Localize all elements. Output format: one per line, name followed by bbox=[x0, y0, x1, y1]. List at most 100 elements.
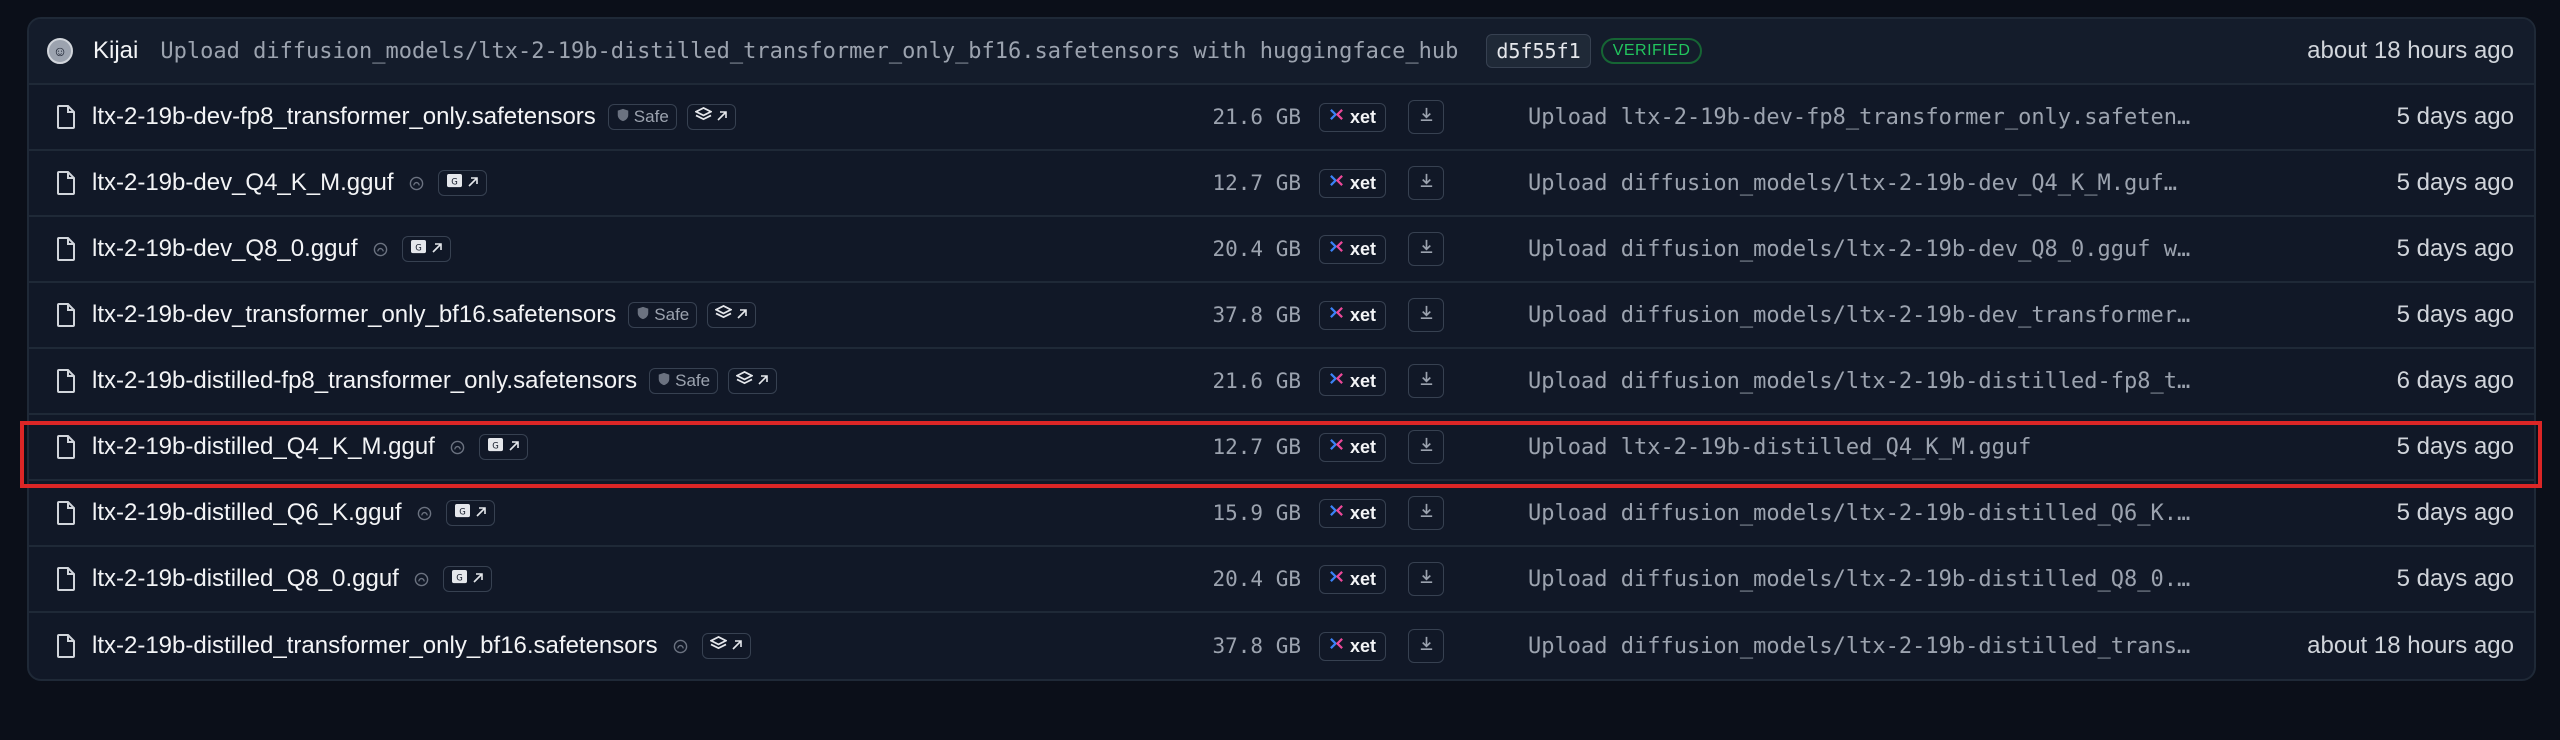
xet-icon bbox=[1329, 173, 1344, 193]
xet-label: xet bbox=[1350, 304, 1377, 325]
layers-icon bbox=[735, 370, 755, 391]
file-name-link[interactable]: ltx-2-19b-dev_Q8_0.gguf bbox=[92, 235, 358, 263]
file-viewer-button[interactable]: G bbox=[445, 500, 495, 526]
external-link-icon bbox=[472, 569, 484, 589]
xet-icon bbox=[1329, 305, 1344, 325]
commit-time: about 18 hours ago bbox=[2307, 37, 2514, 64]
xet-badge[interactable]: xet bbox=[1319, 631, 1387, 661]
download-button[interactable] bbox=[1408, 364, 1444, 398]
file-commit-message[interactable]: Upload diffusion_models/ltx-2-19b-dev_Q4… bbox=[1528, 171, 2228, 196]
file-row[interactable]: ltx-2-19b-dev-fp8_transformer_only.safet… bbox=[29, 85, 2534, 151]
file-icon bbox=[54, 633, 78, 659]
svg-text:G: G bbox=[415, 242, 422, 252]
file-name-link[interactable]: ltx-2-19b-dev_transformer_only_bf16.safe… bbox=[92, 301, 616, 329]
file-commit-message[interactable]: Upload ltx-2-19b-distilled_Q4_K_M.gguf bbox=[1528, 435, 2228, 460]
download-button[interactable] bbox=[1408, 430, 1444, 464]
file-commit-message[interactable]: Upload diffusion_models/ltx-2-19b-dev_Q8… bbox=[1528, 237, 2228, 262]
xet-badge[interactable]: xet bbox=[1319, 102, 1387, 132]
xet-label: xet bbox=[1350, 568, 1377, 589]
file-row[interactable]: ltx-2-19b-distilled-fp8_transformer_only… bbox=[29, 349, 2534, 415]
xet-label: xet bbox=[1350, 238, 1377, 259]
scan-icon[interactable] bbox=[447, 436, 469, 458]
svg-text:G: G bbox=[459, 506, 466, 516]
safe-badge[interactable]: Safe bbox=[628, 302, 698, 328]
file-name-link[interactable]: ltx-2-19b-distilled_transformer_only_bf1… bbox=[92, 632, 658, 660]
xet-label: xet bbox=[1350, 172, 1377, 193]
file-name-link[interactable]: ltx-2-19b-dev_Q4_K_M.gguf bbox=[92, 169, 394, 197]
file-viewer-button[interactable]: G bbox=[442, 566, 492, 592]
file-name-link[interactable]: ltx-2-19b-distilled_Q4_K_M.gguf bbox=[92, 433, 435, 461]
scan-icon[interactable] bbox=[414, 502, 436, 524]
xet-icon bbox=[1329, 239, 1344, 259]
author-avatar[interactable]: ☺ bbox=[47, 38, 73, 64]
download-button[interactable] bbox=[1408, 629, 1444, 663]
file-row[interactable]: ltx-2-19b-distilled_transformer_only_bf1… bbox=[29, 613, 2534, 679]
commit-hash[interactable]: d5f55f1 bbox=[1486, 34, 1591, 68]
file-row[interactable]: ltx-2-19b-dev_Q8_0.gguf G 20.4 GB xet Upload… bbox=[29, 217, 2534, 283]
scan-icon[interactable] bbox=[411, 568, 433, 590]
download-button[interactable] bbox=[1408, 166, 1444, 200]
file-viewer-button[interactable]: G bbox=[401, 236, 451, 262]
file-row[interactable]: ltx-2-19b-distilled_Q4_K_M.gguf G 12.7 GB x… bbox=[29, 415, 2534, 481]
file-viewer-button[interactable] bbox=[686, 104, 736, 130]
safe-badge[interactable]: Safe bbox=[607, 104, 677, 130]
file-list-panel: ☺ Kijai Upload diffusion_models/ltx-2-19… bbox=[27, 17, 2536, 681]
xet-badge[interactable]: xet bbox=[1319, 498, 1387, 528]
file-icon bbox=[54, 170, 78, 196]
download-button[interactable] bbox=[1408, 496, 1444, 530]
scan-icon[interactable] bbox=[670, 635, 692, 657]
download-button[interactable] bbox=[1408, 562, 1444, 596]
file-updated-time: 5 days ago bbox=[2396, 169, 2514, 196]
xet-badge[interactable]: xet bbox=[1319, 366, 1387, 396]
commit-author[interactable]: Kijai bbox=[93, 37, 138, 65]
file-commit-message[interactable]: Upload diffusion_models/ltx-2-19b-distil… bbox=[1528, 567, 2228, 592]
commit-message[interactable]: Upload diffusion_models/ltx-2-19b-distil… bbox=[160, 39, 1458, 64]
file-commit-message[interactable]: Upload diffusion_models/ltx-2-19b-dev_tr… bbox=[1528, 303, 2228, 328]
file-commit-message[interactable]: Upload ltx-2-19b-dev-fp8_transformer_onl… bbox=[1528, 105, 2228, 130]
download-button[interactable] bbox=[1408, 232, 1444, 266]
file-name-link[interactable]: ltx-2-19b-distilled-fp8_transformer_only… bbox=[92, 367, 637, 395]
xet-badge[interactable]: xet bbox=[1319, 432, 1387, 462]
file-updated-time: 5 days ago bbox=[2396, 565, 2514, 592]
file-size: 37.8 GB bbox=[1212, 634, 1301, 658]
download-icon bbox=[1418, 370, 1435, 392]
file-updated-time: 5 days ago bbox=[2396, 235, 2514, 262]
file-icon bbox=[54, 104, 78, 130]
download-icon bbox=[1418, 106, 1435, 128]
file-name-link[interactable]: ltx-2-19b-distilled_Q6_K.gguf bbox=[92, 499, 402, 527]
file-row[interactable]: ltx-2-19b-dev_Q4_K_M.gguf G 12.7 GB xet Uplo… bbox=[29, 151, 2534, 217]
file-name-link[interactable]: ltx-2-19b-distilled_Q8_0.gguf bbox=[92, 565, 399, 593]
file-viewer-button[interactable] bbox=[707, 302, 757, 328]
xet-badge[interactable]: xet bbox=[1319, 564, 1387, 594]
file-commit-message[interactable]: Upload diffusion_models/ltx-2-19b-distil… bbox=[1528, 634, 2228, 659]
scan-icon[interactable] bbox=[370, 238, 392, 260]
file-size: 12.7 GB bbox=[1212, 435, 1301, 459]
file-updated-time: 5 days ago bbox=[2396, 499, 2514, 526]
file-row[interactable]: ltx-2-19b-distilled_Q8_0.gguf G 20.4 GB xet… bbox=[29, 547, 2534, 613]
file-name-link[interactable]: ltx-2-19b-dev-fp8_transformer_only.safet… bbox=[92, 103, 596, 131]
layers-icon bbox=[693, 106, 713, 127]
file-viewer-button[interactable]: G bbox=[478, 434, 528, 460]
file-row[interactable]: ltx-2-19b-distilled_Q6_K.gguf G 15.9 GB xet… bbox=[29, 481, 2534, 547]
gguf-icon: G bbox=[410, 239, 427, 259]
file-size: 15.9 GB bbox=[1212, 501, 1301, 525]
file-viewer-button[interactable]: G bbox=[437, 170, 487, 196]
file-commit-message[interactable]: Upload diffusion_models/ltx-2-19b-distil… bbox=[1528, 369, 2228, 394]
download-button[interactable] bbox=[1408, 298, 1444, 332]
xet-badge[interactable]: xet bbox=[1319, 300, 1387, 330]
file-viewer-button[interactable] bbox=[701, 633, 751, 659]
file-commit-message[interactable]: Upload diffusion_models/ltx-2-19b-distil… bbox=[1528, 501, 2228, 526]
file-size: 20.4 GB bbox=[1212, 567, 1301, 591]
file-row[interactable]: ltx-2-19b-dev_transformer_only_bf16.safe… bbox=[29, 283, 2534, 349]
download-icon bbox=[1418, 172, 1435, 194]
xet-badge[interactable]: xet bbox=[1319, 234, 1387, 264]
download-icon bbox=[1418, 238, 1435, 260]
download-button[interactable] bbox=[1408, 100, 1444, 134]
external-link-icon bbox=[757, 371, 769, 391]
file-viewer-button[interactable] bbox=[728, 368, 778, 394]
scan-icon[interactable] bbox=[406, 172, 428, 194]
xet-badge[interactable]: xet bbox=[1319, 168, 1387, 198]
download-icon bbox=[1418, 436, 1435, 458]
safe-badge[interactable]: Safe bbox=[649, 368, 719, 394]
last-commit-bar: ☺ Kijai Upload diffusion_models/ltx-2-19… bbox=[29, 19, 2534, 85]
